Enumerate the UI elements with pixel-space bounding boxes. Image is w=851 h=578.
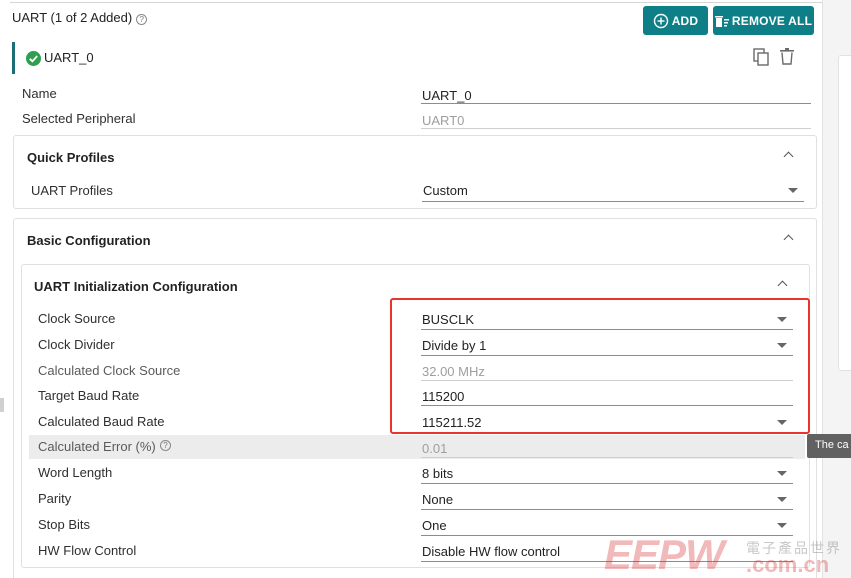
- basic-config-title: Basic Configuration: [27, 233, 151, 248]
- help-icon[interactable]: ?: [160, 440, 171, 451]
- parity-label: Parity: [38, 491, 72, 506]
- instance-header[interactable]: UART_0: [12, 42, 824, 74]
- dropdown-caret-icon[interactable]: [777, 497, 787, 502]
- clock-source-label: Clock Source: [38, 311, 116, 326]
- init-config-title: UART Initialization Configuration: [34, 279, 238, 294]
- stop-bits-select[interactable]: One: [422, 518, 447, 533]
- selected-peripheral-value: UART0: [422, 113, 465, 128]
- quick-profiles-title: Quick Profiles: [27, 150, 115, 165]
- main-panel: UART (1 of 2 Added) ? ADD REMOVE ALL UAR…: [0, 0, 822, 578]
- tooltip: The ca: [807, 434, 851, 458]
- chevron-up-icon[interactable]: [777, 280, 788, 291]
- parity-underline: [421, 509, 793, 510]
- copy-icon[interactable]: [753, 48, 770, 67]
- name-underline: [421, 103, 811, 104]
- watermark: EEPW 電子產品世界 .com.cn: [604, 532, 851, 578]
- chevron-up-icon[interactable]: [783, 234, 794, 245]
- remove-all-button[interactable]: REMOVE ALL: [713, 6, 814, 35]
- hw-flow-control-select[interactable]: Disable HW flow control: [422, 544, 560, 559]
- help-icon[interactable]: ?: [136, 13, 148, 25]
- dropdown-caret-icon[interactable]: [788, 188, 798, 193]
- calculated-error-value: 0.01: [422, 441, 448, 456]
- dropdown-caret-icon[interactable]: [777, 471, 787, 476]
- calculated-clock-source-label: Calculated Clock Source: [38, 363, 181, 378]
- annotation-highlight-box: [390, 298, 810, 434]
- uart-profiles-label: UART Profiles: [31, 183, 113, 198]
- stop-bits-label: Stop Bits: [38, 517, 91, 532]
- uart-profiles-underline: [422, 201, 804, 202]
- name-label: Name: [22, 86, 57, 101]
- word-length-label: Word Length: [38, 465, 113, 480]
- instance-name: UART_0: [44, 50, 94, 65]
- quick-profiles-panel: Quick Profiles UART Profiles Custom: [13, 135, 817, 209]
- target-baud-rate-label: Target Baud Rate: [38, 388, 140, 403]
- hw-flow-control-label: HW Flow Control: [38, 543, 137, 558]
- clock-divider-label: Clock Divider: [38, 337, 115, 352]
- chevron-up-icon[interactable]: [783, 151, 794, 162]
- clear-all-icon: [714, 15, 729, 27]
- top-divider: [10, 2, 822, 3]
- watermark-domain: .com.cn: [746, 552, 830, 577]
- dropdown-caret-icon[interactable]: [777, 523, 787, 528]
- instance-accent-bar: [12, 42, 15, 74]
- parity-select[interactable]: None: [422, 492, 453, 507]
- right-side-card: [838, 55, 851, 371]
- calculated-error-label: Calculated Error (%): [38, 439, 156, 454]
- left-scrollbar[interactable]: [0, 398, 4, 412]
- check-circle-icon: [26, 51, 41, 66]
- module-title: UART (1 of 2 Added): [12, 10, 133, 25]
- remove-all-label: REMOVE ALL: [731, 13, 813, 28]
- plus-circle-icon: [653, 13, 668, 28]
- watermark-logo: EEPW: [604, 531, 725, 578]
- add-button[interactable]: ADD: [643, 6, 708, 35]
- calculated-error-underline: [421, 457, 793, 458]
- calculated-baud-rate-label: Calculated Baud Rate: [38, 414, 165, 429]
- word-length-underline: [421, 483, 793, 484]
- add-button-label: ADD: [671, 13, 699, 28]
- uart-profiles-select[interactable]: Custom: [423, 183, 468, 198]
- selected-peripheral-underline: [421, 128, 811, 129]
- trash-icon[interactable]: [780, 48, 794, 65]
- name-input[interactable]: UART_0: [422, 88, 472, 103]
- word-length-select[interactable]: 8 bits: [422, 466, 453, 481]
- selected-peripheral-label: Selected Peripheral: [22, 111, 136, 126]
- module-header: UART (1 of 2 Added) ?: [12, 10, 148, 25]
